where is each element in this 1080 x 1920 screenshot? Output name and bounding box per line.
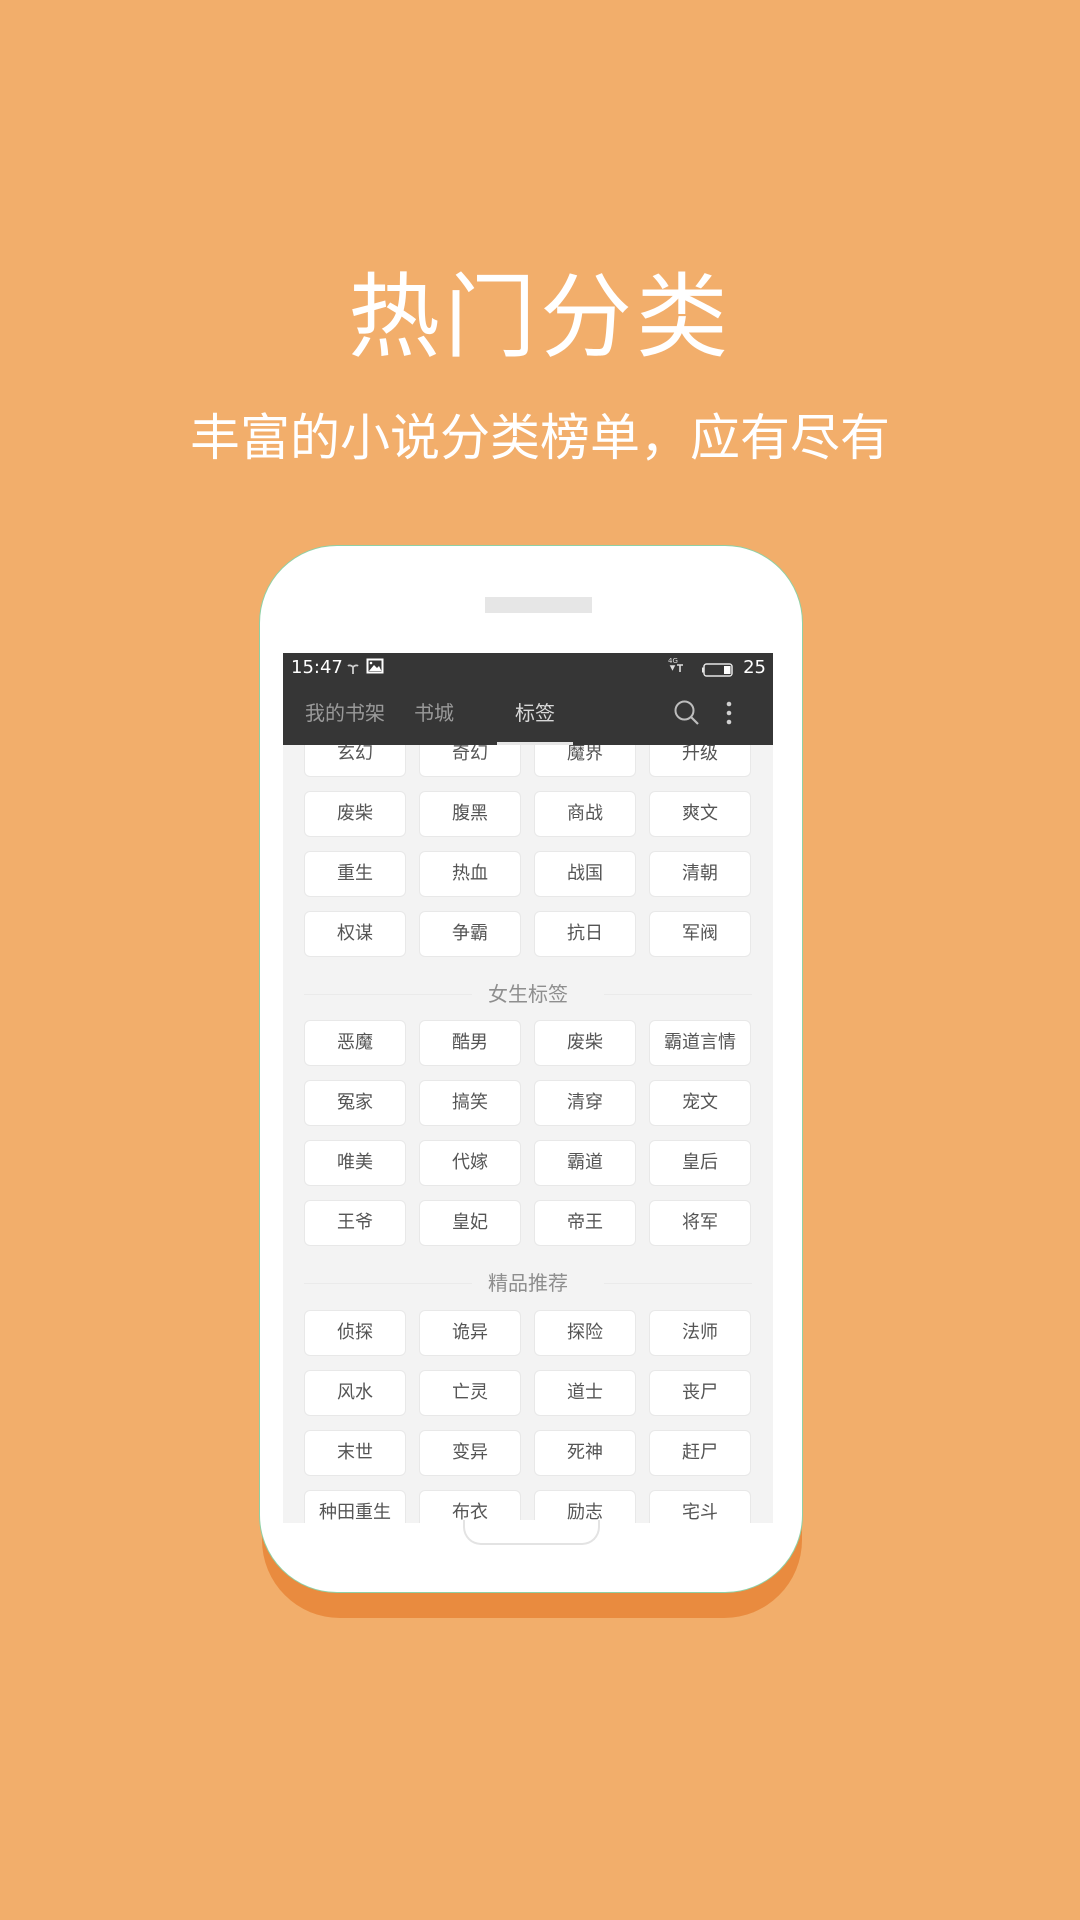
section-divider [304, 1283, 472, 1284]
tag-button[interactable]: 王爷 [304, 1200, 406, 1246]
tag-button[interactable]: 宠文 [649, 1080, 751, 1126]
tag-button[interactable]: 抗日 [534, 911, 636, 957]
image-icon [366, 658, 384, 679]
tag-button[interactable]: 恶魔 [304, 1020, 406, 1066]
tag-button[interactable]: 废柴 [304, 791, 406, 837]
tag-button[interactable]: 死神 [534, 1430, 636, 1476]
hero-title: 热门分类 [347, 264, 732, 371]
phone-speaker [485, 597, 592, 613]
tag-button[interactable]: 末世 [304, 1430, 406, 1476]
tag-button[interactable]: 皇妃 [419, 1200, 521, 1246]
tag-button[interactable]: 皇后 [649, 1140, 751, 1186]
tag-button[interactable]: 搞笑 [419, 1080, 521, 1126]
tag-button[interactable]: 商战 [534, 791, 636, 837]
tag-button[interactable]: 道士 [534, 1370, 636, 1416]
search-icon[interactable] [672, 698, 702, 732]
tag-button[interactable]: 探险 [534, 1310, 636, 1356]
tag-button[interactable]: 帝王 [534, 1200, 636, 1246]
tag-button[interactable]: 唯美 [304, 1140, 406, 1186]
tab-bookshelf[interactable]: 我的书架 [297, 683, 393, 745]
tag-button[interactable]: 励志 [534, 1490, 636, 1523]
tag-button[interactable]: 腹黑 [419, 791, 521, 837]
home-button[interactable] [463, 1520, 600, 1545]
phone-screen: 玄幻 奇幻 魔界 升级 废柴 腹黑 商战 爽文 重生 热血 战国 清朝 权谋 争霸 抗日 军阀 女生标签 恶魔 酷男… [283, 653, 773, 1523]
tab-tags[interactable]: 标签 [497, 683, 573, 745]
tag-button[interactable]: 赶尸 [649, 1430, 751, 1476]
tag-button[interactable]: 侦探 [304, 1310, 406, 1356]
tag-button[interactable]: 重生 [304, 851, 406, 897]
tag-button[interactable]: 热血 [419, 851, 521, 897]
tag-button[interactable]: 争霸 [419, 911, 521, 957]
network-4g-icon: 4G [667, 656, 689, 679]
network-label: 4G [668, 657, 678, 665]
hero-subtitle: 丰富的小说分类榜单，应有尽有 [190, 409, 890, 467]
signal-sprout-icon [347, 659, 359, 680]
tag-button[interactable]: 代嫁 [419, 1140, 521, 1186]
tag-button[interactable]: 变异 [419, 1430, 521, 1476]
section-divider [304, 994, 472, 995]
top-toolbar: 我的书架 书城 标签 [283, 683, 773, 745]
tag-button[interactable]: 法师 [649, 1310, 751, 1356]
tag-button[interactable]: 丧尸 [649, 1370, 751, 1416]
tag-button[interactable]: 军阀 [649, 911, 751, 957]
tag-button[interactable]: 战国 [534, 851, 636, 897]
tag-button[interactable]: 冤家 [304, 1080, 406, 1126]
tag-button[interactable]: 种田重生 [304, 1490, 406, 1523]
tag-button[interactable]: 酷男 [419, 1020, 521, 1066]
tag-button[interactable]: 诡异 [419, 1310, 521, 1356]
tag-button[interactable]: 清朝 [649, 851, 751, 897]
tag-button[interactable]: 废柴 [534, 1020, 636, 1066]
active-tab-indicator [497, 742, 573, 745]
tag-button[interactable]: 权谋 [304, 911, 406, 957]
tag-button[interactable]: 风水 [304, 1370, 406, 1416]
more-vertical-icon[interactable] [723, 698, 735, 732]
tag-button[interactable]: 爽文 [649, 791, 751, 837]
status-time: 15:47 [291, 657, 343, 678]
tag-button[interactable]: 宅斗 [649, 1490, 751, 1523]
tag-button[interactable]: 将军 [649, 1200, 751, 1246]
tag-button[interactable]: 布衣 [419, 1490, 521, 1523]
tab-bookstore[interactable]: 书城 [403, 683, 465, 745]
tag-button[interactable]: 清穿 [534, 1080, 636, 1126]
tag-button[interactable]: 霸道言情 [649, 1020, 751, 1066]
status-bar: 15:47 4G 25 [283, 653, 773, 683]
battery-level: 25 [743, 657, 766, 678]
section-divider [604, 1283, 752, 1284]
tag-button[interactable]: 亡灵 [419, 1370, 521, 1416]
tag-button[interactable]: 霸道 [534, 1140, 636, 1186]
battery-icon [702, 661, 736, 682]
section-divider [604, 994, 752, 995]
